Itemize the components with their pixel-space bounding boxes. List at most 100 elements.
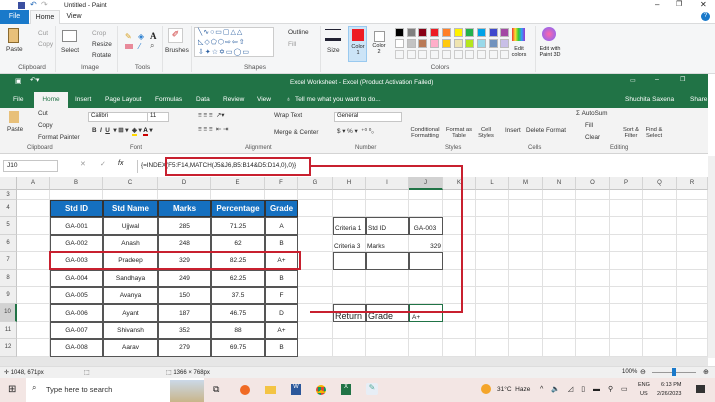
- excel-cut-button[interactable]: Cut: [38, 110, 48, 117]
- merge-center-button[interactable]: Merge & Center: [274, 129, 318, 136]
- column-header-M[interactable]: M: [509, 177, 543, 190]
- word-icon[interactable]: W: [291, 384, 301, 395]
- horizontal-scrollbar[interactable]: [0, 357, 708, 366]
- table-cell[interactable]: GA-008: [50, 339, 103, 357]
- row-header-12[interactable]: 12: [0, 339, 17, 357]
- format-as-table-button[interactable]: Format as Table: [444, 127, 474, 139]
- column-header-F[interactable]: F: [265, 177, 298, 190]
- share-button[interactable]: Share: [690, 92, 707, 108]
- custom-color-slot[interactable]: [406, 50, 416, 59]
- brushes-button[interactable]: Brushes: [165, 47, 189, 54]
- clock-date[interactable]: 2/26/2023: [657, 391, 681, 397]
- table-cell[interactable]: A: [265, 217, 298, 235]
- table-header-cell[interactable]: Std Name: [103, 200, 158, 218]
- excel-tab-formulas[interactable]: Formulas: [155, 92, 182, 108]
- table-cell[interactable]: 46.75: [211, 304, 265, 322]
- palette-swatch[interactable]: [406, 39, 416, 48]
- excel-tab-home[interactable]: Home: [34, 92, 68, 108]
- excel-undo-icon[interactable]: ↶▾: [30, 76, 39, 84]
- paint3d-icon[interactable]: [542, 27, 556, 41]
- table-cell[interactable]: 279: [158, 339, 211, 357]
- palette-swatch[interactable]: [500, 28, 510, 37]
- edit-colors-icon[interactable]: [512, 28, 525, 41]
- redo-icon[interactable]: ↷: [41, 0, 48, 9]
- table-cell[interactable]: 187: [158, 304, 211, 322]
- column-header-B[interactable]: B: [50, 177, 103, 190]
- find-select-button[interactable]: Find & Select: [643, 127, 665, 139]
- firefox-icon[interactable]: [240, 385, 250, 395]
- fill-bucket-icon[interactable]: ◈: [138, 32, 144, 41]
- custom-color-slot[interactable]: [465, 50, 475, 59]
- table-cell[interactable]: 37.5: [211, 287, 265, 305]
- wrap-text-button[interactable]: Wrap Text: [274, 112, 302, 119]
- table-header-cell[interactable]: Std ID: [50, 200, 103, 218]
- alignment-buttons[interactable]: ≡ ≡ ≡ ↗▾ ≡ ≡ ≡ ⇤ ⇥: [198, 112, 228, 133]
- custom-color-slot[interactable]: [488, 50, 498, 59]
- table-cell[interactable]: 88: [211, 321, 265, 340]
- table-cell[interactable]: GA-007: [50, 321, 103, 340]
- undo-icon[interactable]: ↶: [30, 0, 37, 9]
- column-header-C[interactable]: C: [103, 177, 158, 190]
- row-header-8[interactable]: 8: [0, 269, 17, 287]
- palette-swatch[interactable]: [406, 28, 416, 37]
- table-cell[interactable]: 249: [158, 269, 211, 287]
- table-cell[interactable]: B: [265, 339, 298, 357]
- chrome-icon[interactable]: [316, 385, 326, 395]
- color2-button[interactable]: Color 2: [370, 26, 389, 62]
- windows-start-icon[interactable]: ⊞: [8, 384, 16, 395]
- custom-color-slot[interactable]: [476, 50, 486, 59]
- excel-copy-button[interactable]: Copy: [38, 122, 53, 129]
- excel-paste-icon[interactable]: [9, 111, 19, 123]
- fill-button[interactable]: Fill: [288, 41, 296, 48]
- table-cell[interactable]: Ayant: [103, 304, 158, 322]
- weather-text[interactable]: 31°C Haze: [497, 386, 530, 393]
- excel-minimize-icon[interactable]: –: [655, 76, 659, 83]
- excel-tab-view[interactable]: View: [257, 92, 271, 108]
- table-cell[interactable]: 62.25: [211, 269, 265, 287]
- system-tray-icons[interactable]: ^ 🔈 ◿ ▯ ▬ ⚲ ▭: [540, 385, 631, 393]
- palette-swatch[interactable]: [430, 28, 440, 37]
- table-cell[interactable]: D: [265, 304, 298, 322]
- copy-button[interactable]: Copy: [38, 41, 53, 48]
- color-picker-icon[interactable]: ⁄: [139, 42, 140, 51]
- custom-color-slot[interactable]: [430, 50, 440, 59]
- pencil-icon[interactable]: ✎: [125, 32, 132, 41]
- save-icon[interactable]: [18, 2, 25, 9]
- excel-tab-page-layout[interactable]: Page Layout: [105, 92, 142, 108]
- clock-time[interactable]: 6:13 PM: [661, 382, 681, 388]
- fill-down-button[interactable]: Fill: [585, 122, 593, 129]
- custom-color-slot[interactable]: [441, 50, 451, 59]
- excel-tab-file[interactable]: File: [13, 92, 23, 108]
- table-cell[interactable]: Sandhaya: [103, 269, 158, 287]
- column-header-Q[interactable]: Q: [643, 177, 677, 190]
- select-icon[interactable]: [62, 30, 77, 42]
- autosum-button[interactable]: Σ AutoSum: [576, 110, 608, 117]
- help-icon[interactable]: ?: [701, 12, 710, 21]
- conditional-formatting-button[interactable]: Conditional Formatting: [408, 127, 442, 139]
- region-indicator[interactable]: US: [640, 391, 648, 397]
- minimize-button[interactable]: –: [655, 0, 659, 9]
- excel-tab-data[interactable]: Data: [196, 92, 210, 108]
- edit-colors-button[interactable]: Edit colors: [508, 46, 530, 58]
- column-header-O[interactable]: O: [576, 177, 610, 190]
- size-icon[interactable]: [325, 29, 341, 41]
- column-header-L[interactable]: L: [476, 177, 509, 190]
- table-cell[interactable]: 285: [158, 217, 211, 235]
- column-header-R[interactable]: R: [677, 177, 708, 190]
- column-header-E[interactable]: E: [211, 177, 265, 190]
- table-cell[interactable]: 150: [158, 287, 211, 305]
- row-header-11[interactable]: 11: [0, 321, 17, 340]
- tab-home[interactable]: Home: [30, 10, 60, 24]
- table-cell[interactable]: Shivansh: [103, 321, 158, 340]
- magnifier-icon[interactable]: ⌕: [150, 41, 154, 51]
- font-name-dropdown[interactable]: Calibri: [88, 112, 148, 122]
- palette-swatch[interactable]: [441, 39, 451, 48]
- row-header-3[interactable]: 3: [0, 190, 17, 200]
- table-cell[interactable]: 62: [211, 234, 265, 253]
- language-indicator[interactable]: ENG: [638, 382, 650, 388]
- palette-swatch[interactable]: [453, 28, 463, 37]
- task-view-icon[interactable]: ⧉: [213, 384, 219, 395]
- palette-swatch[interactable]: [430, 39, 440, 48]
- table-header-cell[interactable]: Percentage: [211, 200, 265, 218]
- table-cell[interactable]: 69.75: [211, 339, 265, 357]
